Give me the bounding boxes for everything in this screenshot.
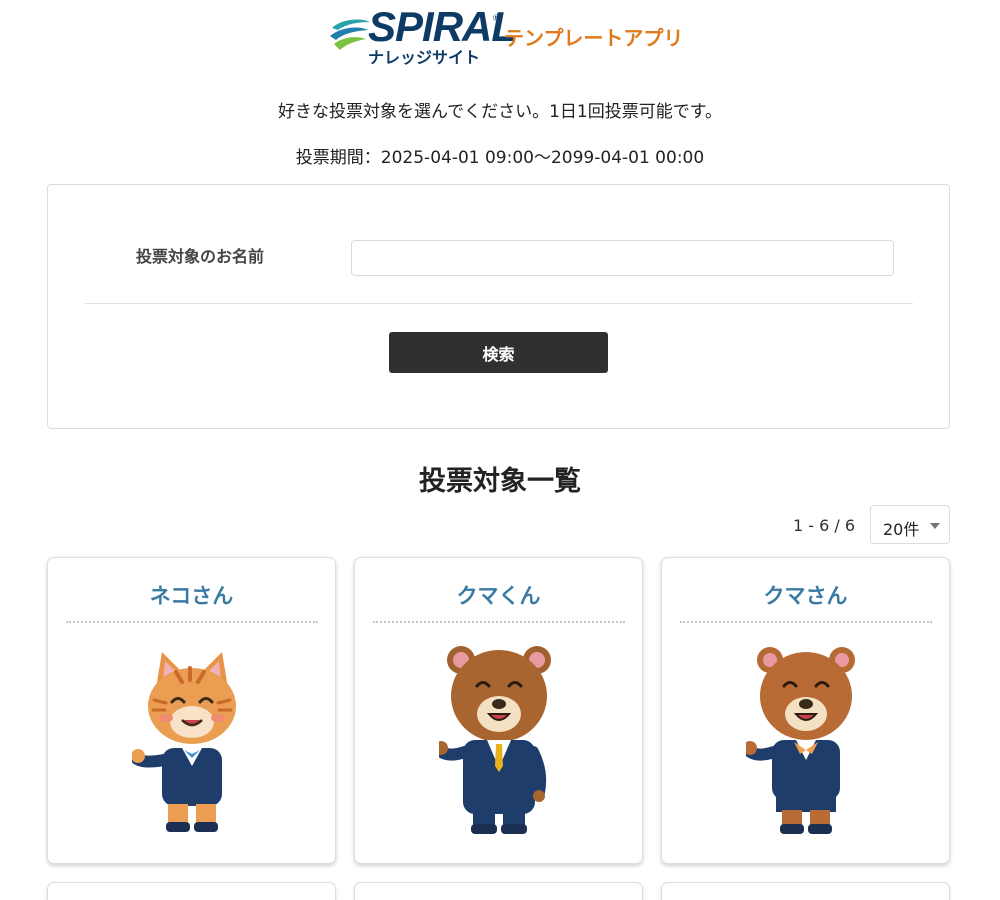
spiral-swirl-icon (330, 19, 370, 50)
cat-businessperson-image (132, 652, 236, 832)
candidate-card[interactable]: クマさん (661, 557, 950, 864)
name-field-label: 投票対象のお名前 (136, 247, 265, 266)
name-search-input[interactable] (351, 240, 894, 276)
per-page-select[interactable]: 20件 (870, 505, 950, 544)
candidate-name: ネコさん (149, 584, 234, 608)
bear-businessman-image (439, 646, 551, 834)
site-label: ナレッジサイト (368, 48, 481, 67)
card-divider (66, 621, 318, 623)
divider (85, 303, 913, 304)
site-logo[interactable]: SPIRAL ® テンプレートアプリ ナレッジサイト (328, 6, 683, 72)
candidate-card-partial[interactable] (47, 882, 336, 900)
candidate-name: クマさん (763, 584, 848, 608)
vote-instruction: 好きな投票対象を選んでください。1日1回投票可能です。 (277, 102, 723, 122)
list-title: 投票対象一覧 (419, 466, 581, 497)
candidate-name: クマくん (456, 584, 541, 608)
pagination-count: 1 - 6 / 6 (793, 516, 856, 535)
app-label: テンプレートアプリ (504, 26, 684, 50)
vote-period: 投票期間：2025-04-01 09:00～2099-04-01 00:00 (295, 148, 705, 168)
bear-businesswoman-image (746, 647, 855, 834)
search-button[interactable]: 検索 (389, 332, 608, 373)
registered-mark: ® (492, 14, 501, 24)
chevron-down-icon (930, 523, 940, 529)
per-page-value: 20件 (883, 520, 920, 539)
candidate-card[interactable]: ネコさん (47, 557, 336, 864)
candidate-card-partial[interactable] (661, 882, 950, 900)
card-divider (680, 621, 932, 623)
logo-wordmark: SPIRAL (368, 3, 517, 50)
candidate-card[interactable]: クマくん (354, 557, 643, 864)
candidate-card-partial[interactable] (354, 882, 643, 900)
card-divider (373, 621, 625, 623)
search-panel: 投票対象のお名前 検索 (47, 184, 950, 429)
